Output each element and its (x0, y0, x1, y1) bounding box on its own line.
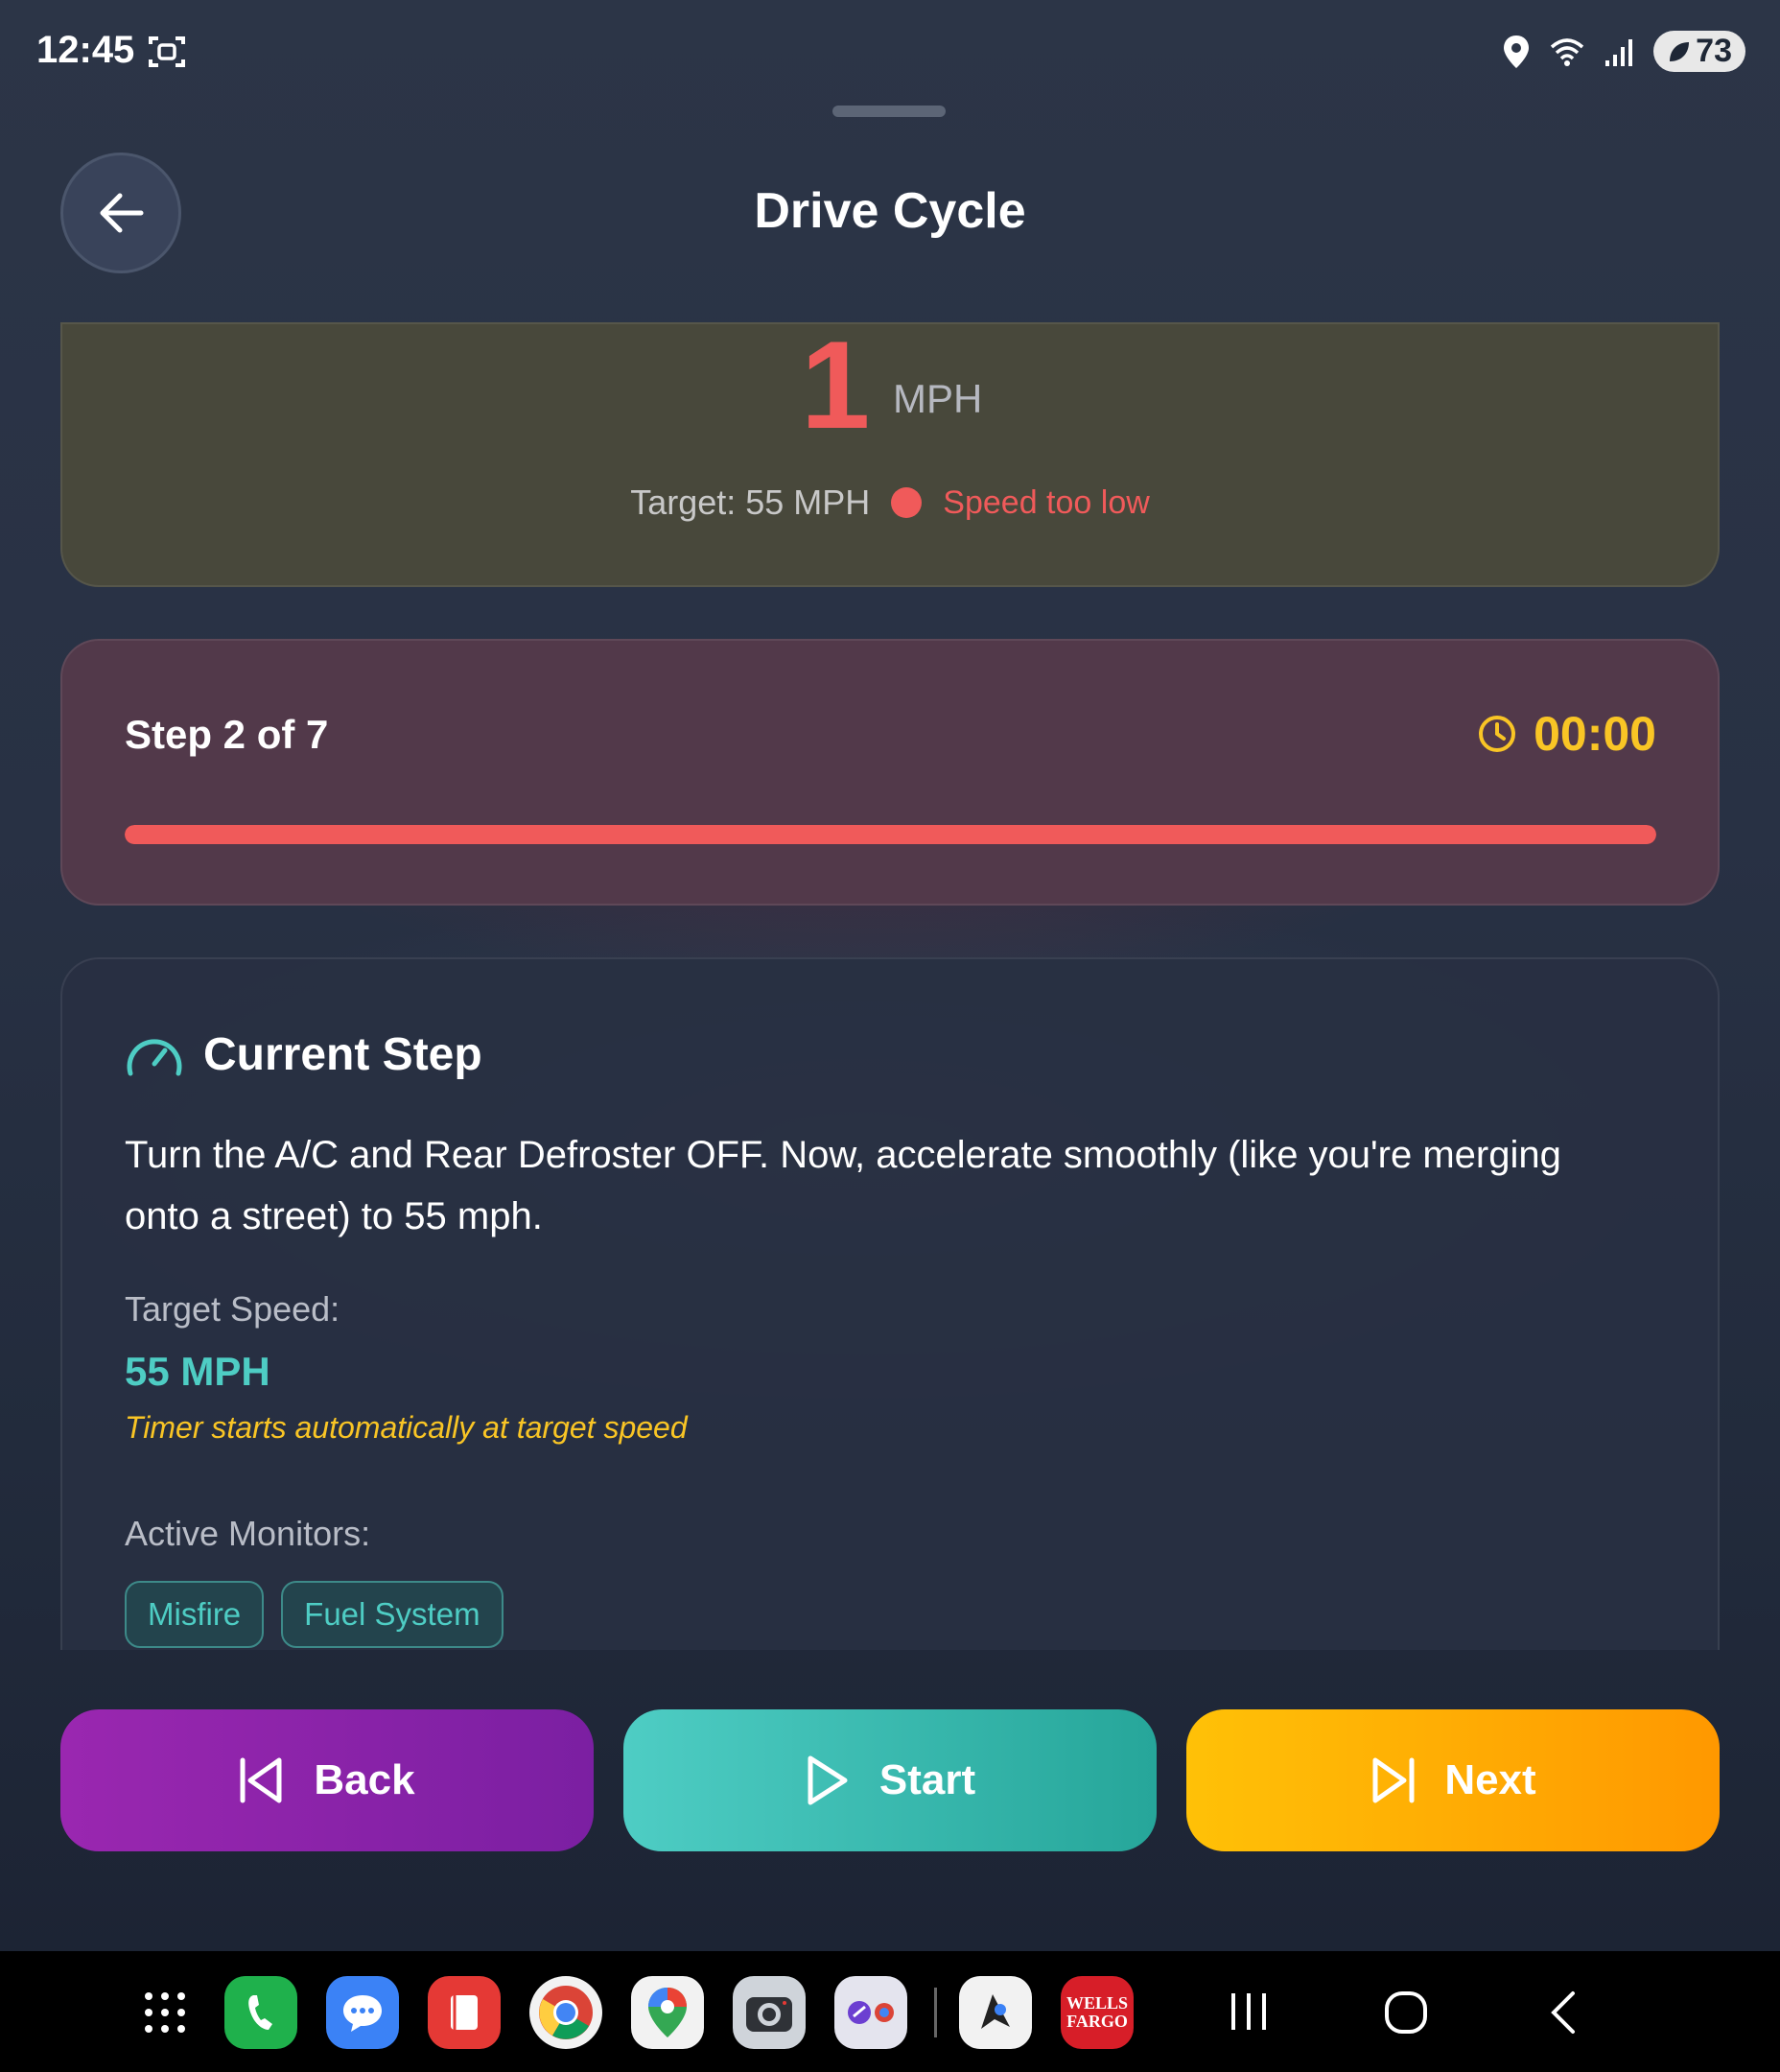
home-icon (1385, 1991, 1427, 2034)
back-button-label: Back (314, 1756, 415, 1803)
timer-value: 00:00 (1534, 707, 1656, 761)
phone-app-icon[interactable] (224, 1976, 297, 2049)
status-dot-icon (891, 487, 923, 518)
wells-fargo-line2: FARGO (1066, 2012, 1128, 2031)
wells-fargo-line1: WELLS (1066, 1993, 1129, 2013)
chevron-left-icon (1551, 1991, 1575, 2034)
speed-target: Target: 55 MPH (630, 483, 871, 522)
progress-bar (125, 825, 1656, 844)
skip-back-icon (240, 1757, 282, 1803)
start-button-label: Start (878, 1756, 976, 1803)
play-icon (808, 1755, 848, 1805)
wells-fargo-app-icon[interactable]: WELLS FARGO (1061, 1976, 1134, 2049)
notes-app-icon[interactable] (428, 1976, 501, 2049)
step-instructions: Turn the A/C and Rear Defroster OFF. Now… (125, 1134, 1561, 1237)
monitor-chip-fuel-system: Fuel System (281, 1581, 504, 1648)
current-step-card: Current Step Turn the A/C and Rear Defro… (60, 957, 1720, 1650)
status-icons: 73 (1502, 31, 1745, 72)
recent-apps-icon (1231, 1993, 1266, 2030)
app-drawer-icon[interactable] (129, 1976, 201, 2049)
leaf-icon (1670, 41, 1690, 61)
back-button[interactable]: Back (60, 1709, 594, 1851)
nav-back-button[interactable] (1546, 1990, 1581, 2040)
wifi-icon (1551, 37, 1584, 66)
recent-apps-button[interactable] (1228, 1990, 1270, 2038)
camera-app-icon[interactable] (733, 1976, 806, 2049)
speed-card: 1 MPH Target: 55 MPH Speed too low (60, 315, 1720, 587)
clock-icon (1479, 716, 1516, 752)
home-button[interactable] (1383, 1990, 1429, 2040)
speed-target-row: Target: 55 MPH Speed too low (62, 483, 1718, 523)
chrome-app-icon[interactable] (529, 1976, 602, 2049)
speed-unit: MPH (893, 376, 983, 421)
app-dock: WELLS FARGO (0, 1976, 1780, 2053)
messages-app-icon[interactable] (326, 1976, 399, 2049)
drag-handle[interactable] (832, 106, 946, 117)
app-pair-icon[interactable] (834, 1976, 907, 2049)
monitor-chips: Misfire Fuel System (125, 1581, 504, 1648)
speedometer-icon (127, 1038, 182, 1075)
speed-value: 1 (801, 315, 871, 455)
maps-app-icon[interactable] (631, 1976, 704, 2049)
navigation-arrow-app-icon[interactable] (959, 1976, 1032, 2049)
speed-status: Speed too low (943, 483, 1150, 521)
signal-icon (1605, 38, 1633, 66)
timer-note: Timer starts automatically at target spe… (125, 1410, 688, 1445)
screenshot-icon (149, 36, 185, 67)
status-bar: 12:45 73 (0, 0, 1780, 106)
monitor-chip-misfire: Misfire (125, 1581, 265, 1648)
battery-icon: 73 (1653, 31, 1745, 72)
step-counter: Step 2 of 7 (125, 712, 329, 757)
next-button[interactable]: Next (1186, 1709, 1720, 1851)
skip-forward-icon (1372, 1757, 1415, 1803)
step-timer: 00:00 (1478, 706, 1656, 762)
navigation-bar: WELLS FARGO (0, 1951, 1780, 2072)
current-step-header: Current Step (125, 1028, 482, 1081)
battery-level: 73 (1696, 33, 1732, 69)
target-speed-value: 55 MPH (125, 1349, 270, 1394)
target-speed-label: Target Speed: (125, 1289, 340, 1329)
progress-card: Step 2 of 7 00:00 (60, 639, 1720, 906)
current-step-title: Current Step (203, 1029, 482, 1080)
dock-divider (934, 1988, 937, 2037)
start-button[interactable]: Start (623, 1709, 1157, 1851)
location-icon (1504, 35, 1530, 68)
status-time: 12:45 (36, 29, 135, 71)
next-button-label: Next (1444, 1756, 1536, 1803)
progress-fill (125, 825, 1656, 844)
page-title: Drive Cycle (754, 183, 1026, 239)
active-monitors-label: Active Monitors: (125, 1514, 371, 1553)
